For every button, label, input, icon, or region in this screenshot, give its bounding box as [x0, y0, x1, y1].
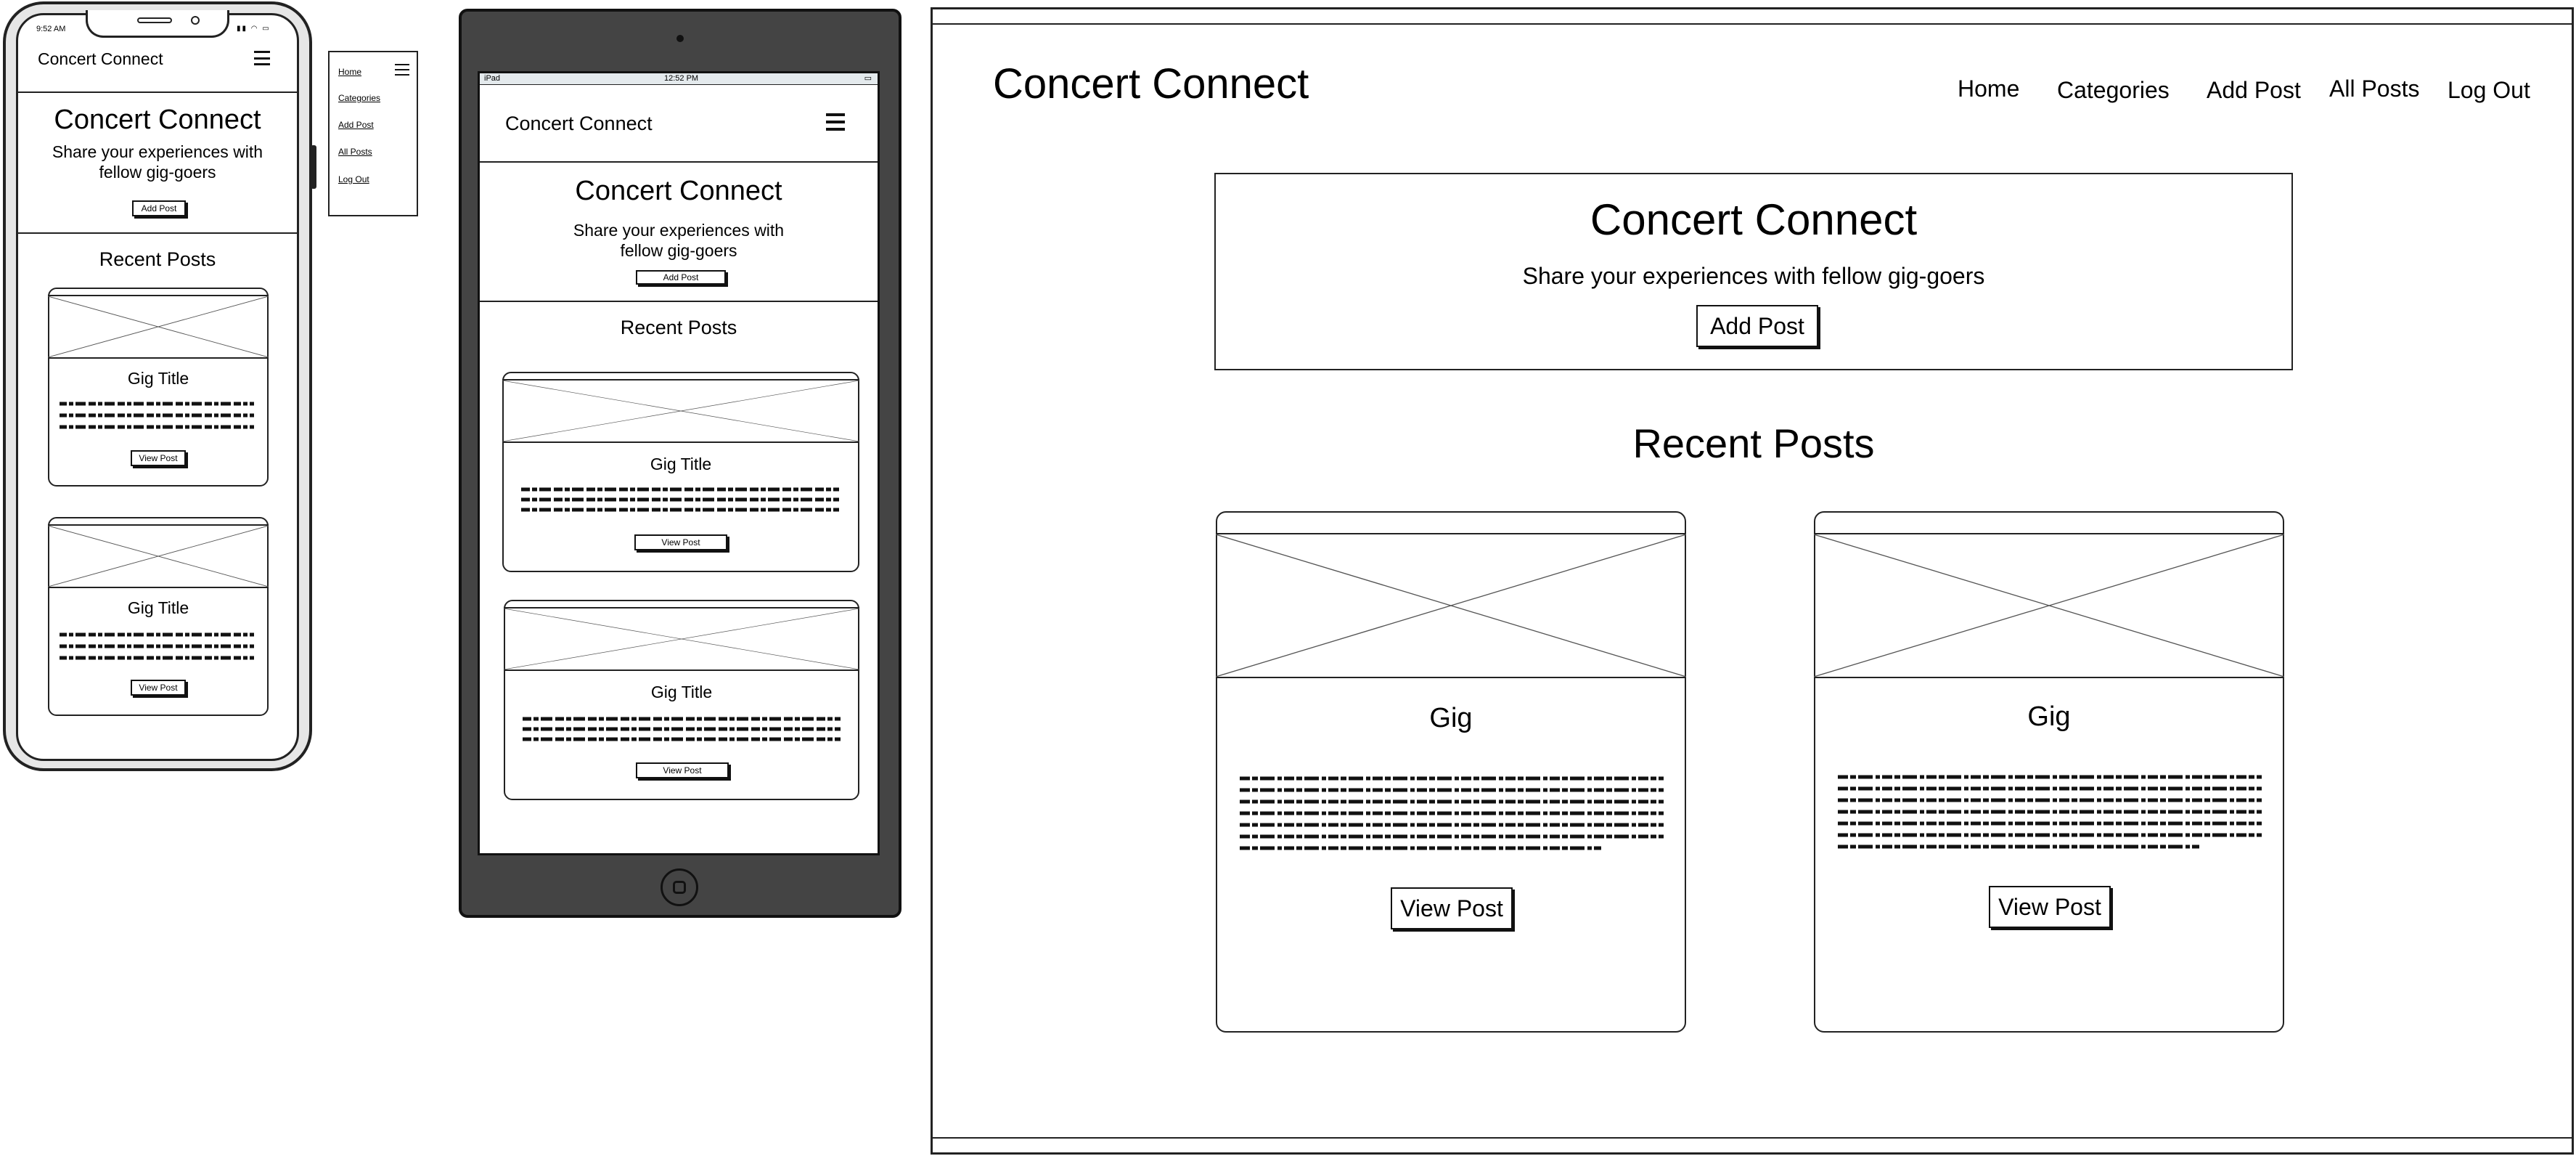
tablet-post-text [523, 717, 841, 741]
phone-hero-title: Concert Connect [54, 105, 261, 135]
desktop-view-post-button[interactable]: View Post [1989, 886, 2111, 928]
desktop-hero-title: Concert Connect [1590, 195, 1918, 244]
hamburger-icon[interactable] [254, 51, 270, 65]
phone-post-text [60, 632, 254, 660]
tablet-hero-divider [480, 301, 878, 302]
image-placeholder-icon [1216, 533, 1686, 678]
hamburger-icon[interactable] [395, 64, 409, 76]
image-placeholder-icon [504, 607, 859, 671]
phone-side-button [311, 145, 316, 189]
tablet-brand[interactable]: Concert Connect [505, 113, 653, 135]
tablet-header-divider [480, 161, 878, 163]
tablet-hero-title: Concert Connect [575, 176, 782, 206]
desktop-post-text [1838, 775, 2262, 849]
image-placeholder-icon [48, 295, 269, 359]
tablet-post-title: Gig Title [650, 683, 713, 701]
menu-link-home[interactable]: Home [338, 67, 361, 77]
desktop-post-text [1240, 776, 1664, 850]
phone-post-title: Gig Title [127, 369, 189, 388]
phone-post-text [60, 402, 254, 429]
home-button-icon[interactable] [661, 868, 698, 906]
desktop-hero-subtitle: Share your experiences with fellow gig-g… [1522, 263, 1985, 289]
menu-link-categories[interactable]: Categories [338, 93, 380, 103]
desktop-recent-posts-heading: Recent Posts [1632, 420, 1875, 466]
tablet-status-bar: iPad 12:52 PM ▭ [480, 73, 878, 85]
phone-add-post-button[interactable]: Add Post [132, 200, 186, 216]
nav-log-out[interactable]: Log Out [2448, 77, 2530, 104]
tablet-hero-subtitle-line2: fellow gig-goers [620, 241, 737, 260]
tablet-add-post-button[interactable]: Add Post [636, 270, 726, 285]
phone-hero-subtitle-line1: Share your experiences with [52, 142, 263, 161]
tablet-status-time: 12:52 PM [664, 74, 699, 83]
phone-status-icons: ▮▮ ◠ ▭ [237, 25, 271, 33]
desktop-post-title: Gig [1429, 703, 1473, 733]
nav-categories[interactable]: Categories [2057, 77, 2170, 104]
image-placeholder-icon [1814, 533, 2284, 678]
desktop-add-post-button[interactable]: Add Post [1696, 305, 1818, 347]
menu-link-log-out[interactable]: Log Out [338, 174, 369, 184]
phone-view-post-button[interactable]: View Post [131, 450, 186, 466]
desktop-top-rule [931, 23, 2574, 25]
menu-link-add-post[interactable]: Add Post [338, 120, 374, 130]
desktop-view-post-button[interactable]: View Post [1391, 887, 1513, 929]
battery-icon: ▭ [864, 74, 872, 83]
phone-notch [86, 10, 229, 38]
phone-header-divider [18, 91, 297, 93]
nav-all-posts[interactable]: All Posts [2329, 76, 2419, 102]
tablet-status-device: iPad [484, 74, 501, 83]
tablet-post-title: Gig Title [650, 455, 712, 473]
image-placeholder-icon [502, 379, 859, 443]
phone-hero-divider [18, 232, 297, 234]
desktop-bottom-rule [931, 1137, 2574, 1139]
phone-recent-posts-heading: Recent Posts [99, 248, 216, 270]
phone-status-time: 9:52 AM [36, 25, 66, 33]
phone-brand[interactable]: Concert Connect [38, 49, 163, 69]
phone-post-title: Gig Title [127, 598, 189, 617]
nav-add-post[interactable]: Add Post [2207, 77, 2301, 104]
tablet-recent-posts-heading: Recent Posts [620, 317, 737, 338]
menu-link-all-posts[interactable]: All Posts [338, 147, 372, 157]
tablet-hero-subtitle-line1: Share your experiences with [573, 221, 785, 240]
image-placeholder-icon [48, 524, 269, 588]
phone-view-post-button[interactable]: View Post [131, 680, 186, 696]
nav-home[interactable]: Home [1958, 76, 2019, 102]
tablet-camera [676, 35, 684, 42]
desktop-brand[interactable]: Concert Connect [993, 60, 1309, 108]
phone-hero-subtitle-line2: fellow gig-goers [99, 163, 216, 182]
tablet-post-text [521, 487, 839, 512]
hamburger-icon[interactable] [826, 113, 845, 131]
desktop-post-title: Gig [2027, 701, 2071, 732]
tablet-view-post-button[interactable]: View Post [636, 762, 729, 778]
tablet-view-post-button[interactable]: View Post [634, 534, 727, 550]
